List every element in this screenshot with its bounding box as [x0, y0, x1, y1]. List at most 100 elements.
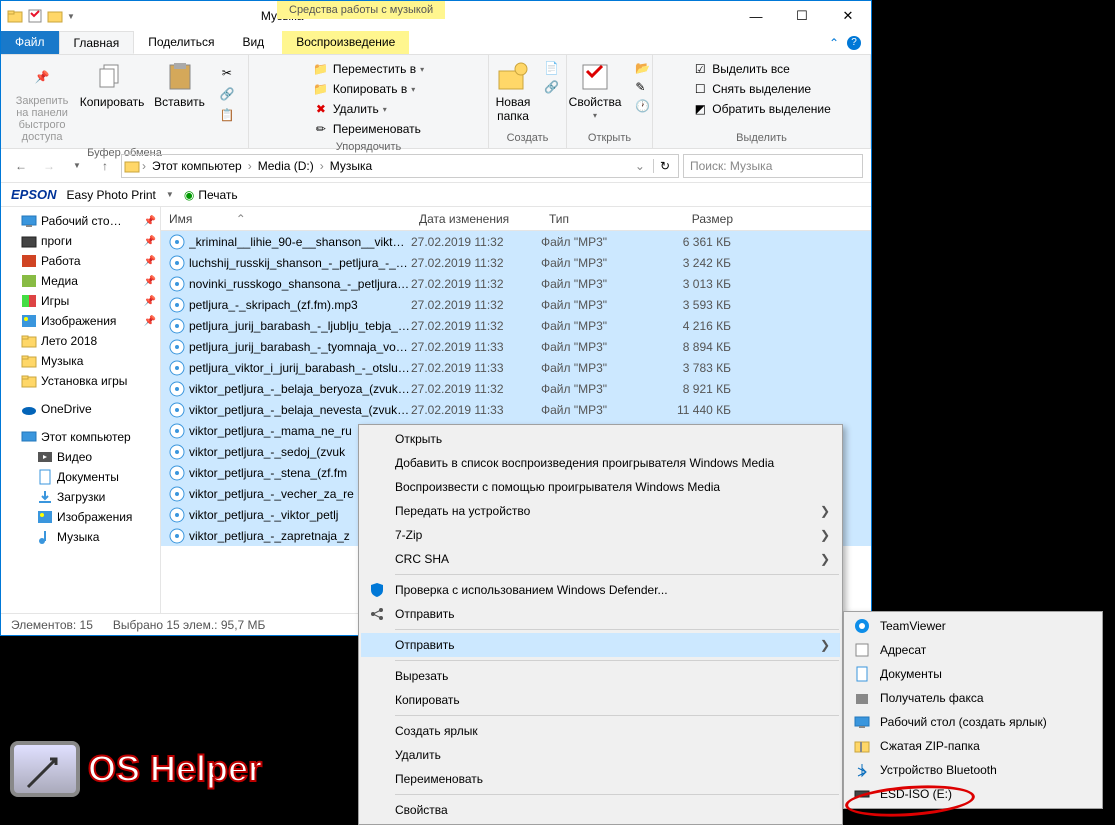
ribbon-collapse-icon[interactable]: ⌃	[829, 36, 839, 50]
new-item-button[interactable]: 📄	[540, 59, 563, 77]
menu-item[interactable]: Воспроизвести с помощью проигрывателя Wi…	[361, 475, 840, 499]
sendto-item[interactable]: Устройство Bluetooth	[846, 758, 1100, 782]
rename-button[interactable]: ✏Переименовать	[309, 119, 425, 139]
easy-access-button[interactable]: 🔗	[540, 78, 563, 96]
sendto-item[interactable]: Документы	[846, 662, 1100, 686]
menu-item[interactable]: Добавить в список воспроизведения проигр…	[361, 451, 840, 475]
tab-playback[interactable]: Воспроизведение	[282, 31, 409, 54]
tree-item[interactable]: OneDrive	[1, 399, 160, 419]
tree-item[interactable]: Медиа📌	[1, 271, 160, 291]
help-icon[interactable]: ?	[847, 36, 861, 50]
paste-shortcut-button[interactable]: 📋	[215, 105, 239, 125]
delete-button[interactable]: ✖Удалить ▾	[309, 99, 391, 119]
new-folder-button[interactable]: Новая папка	[492, 59, 535, 125]
forward-button[interactable]: →	[37, 154, 61, 178]
tree-item[interactable]: Этот компьютер	[1, 427, 160, 447]
minimize-button[interactable]: —	[733, 1, 779, 31]
submenu-arrow-icon: ❯	[820, 638, 830, 652]
tree-item[interactable]: проги📌	[1, 231, 160, 251]
paste-button[interactable]: Вставить	[150, 59, 209, 111]
maximize-button[interactable]: ☐	[779, 1, 825, 31]
qat-newfolder[interactable]	[47, 8, 63, 24]
copy-path-button[interactable]: 🔗	[215, 84, 239, 104]
back-button[interactable]: ←	[9, 154, 33, 178]
menu-item[interactable]: Передать на устройство❯	[361, 499, 840, 523]
tree-item[interactable]: Видео	[1, 447, 160, 467]
col-name[interactable]: Имя ⌃	[161, 208, 411, 230]
print-button[interactable]: ◉Печать	[184, 188, 238, 202]
menu-item[interactable]: Переименовать	[361, 767, 840, 791]
menu-item[interactable]: Копировать	[361, 688, 840, 712]
breadcrumb-pc[interactable]: Этот компьютер	[148, 157, 246, 175]
address-bar[interactable]: › Этот компьютер› Media (D:)› Музыка ⌄ ↻	[121, 154, 679, 178]
menu-item[interactable]: Создать ярлык	[361, 719, 840, 743]
select-none-button[interactable]: ☐Снять выделение	[688, 79, 815, 99]
menu-item[interactable]: Отправить❯	[361, 633, 840, 657]
sendto-item[interactable]: Рабочий стол (создать ярлык)	[846, 710, 1100, 734]
tree-item[interactable]: Рабочий сто…📌	[1, 211, 160, 231]
selectall-icon: ☑	[692, 61, 708, 77]
menu-item[interactable]: Отправить	[361, 602, 840, 626]
move-to-button[interactable]: 📁Переместить в ▾	[309, 59, 428, 79]
navigation-tree[interactable]: Рабочий сто…📌проги📌Работа📌Медиа📌Игры📌Изо…	[1, 207, 161, 613]
file-row[interactable]: viktor_petljura_-_belaja_beryoza_(zvukof…	[161, 378, 871, 399]
menu-item[interactable]: Открыть	[361, 427, 840, 451]
file-row[interactable]: petljura_jurij_barabash_-_tyomnaja_voda……	[161, 336, 871, 357]
file-row[interactable]: viktor_petljura_-_belaja_nevesta_(zvukof…	[161, 399, 871, 420]
copy-to-button[interactable]: 📁Копировать в ▾	[309, 79, 419, 99]
sendto-item[interactable]: Получатель факса	[846, 686, 1100, 710]
col-type[interactable]: Тип	[541, 208, 651, 230]
file-row[interactable]: petljura_jurij_barabash_-_ljublju_tebja_…	[161, 315, 871, 336]
tree-item[interactable]: Работа📌	[1, 251, 160, 271]
open-button[interactable]: 📂	[631, 59, 654, 77]
col-date[interactable]: Дата изменения	[411, 208, 541, 230]
menu-item[interactable]: Удалить	[361, 743, 840, 767]
tree-item[interactable]: Установка игры	[1, 371, 160, 391]
tree-item[interactable]: Изображения	[1, 507, 160, 527]
tree-item[interactable]: Загрузки	[1, 487, 160, 507]
properties-button[interactable]: Свойства▾	[565, 59, 626, 122]
qat-properties[interactable]	[27, 8, 43, 24]
close-button[interactable]: ✕	[825, 1, 871, 31]
menu-item[interactable]: 7-Zip❯	[361, 523, 840, 547]
copy-button[interactable]: Копировать	[80, 59, 144, 111]
tree-item[interactable]: Изображения📌	[1, 311, 160, 331]
tab-home[interactable]: Главная	[59, 31, 135, 54]
tab-share[interactable]: Поделиться	[134, 31, 228, 54]
tree-item[interactable]: Музыка	[1, 351, 160, 371]
sendto-item[interactable]: Адресат	[846, 638, 1100, 662]
search-box[interactable]: Поиск: Музыка	[683, 154, 863, 178]
breadcrumb-music[interactable]: Музыка	[326, 157, 376, 175]
tree-item[interactable]: Документы	[1, 467, 160, 487]
pin-to-quick-access[interactable]: 📌Закрепить на панели быстрого доступа	[10, 59, 74, 145]
sendto-item[interactable]: Сжатая ZIP-папка	[846, 734, 1100, 758]
tree-item[interactable]: Музыка	[1, 527, 160, 547]
file-row[interactable]: petljura_-_skripach_(zf.fm).mp327.02.201…	[161, 294, 871, 315]
tree-item[interactable]: Игры📌	[1, 291, 160, 311]
refresh-button[interactable]: ↻	[653, 159, 676, 173]
file-row[interactable]: petljura_viktor_i_jurij_barabash_-_otslu…	[161, 357, 871, 378]
tree-item[interactable]: Лето 2018	[1, 331, 160, 351]
menu-item[interactable]: CRC SHA❯	[361, 547, 840, 571]
file-row[interactable]: _kriminal__lihie_90-e__shanson__viktor_p…	[161, 231, 871, 252]
up-button[interactable]: ↑	[93, 154, 117, 178]
sendto-item[interactable]: TeamViewer	[846, 614, 1100, 638]
file-row[interactable]: novinki_russkogo_shansona_-_petljura_ju……	[161, 273, 871, 294]
select-all-button[interactable]: ☑Выделить все	[688, 59, 794, 79]
menu-item[interactable]: Свойства	[361, 798, 840, 822]
breadcrumb-media[interactable]: Media (D:)	[254, 157, 318, 175]
tab-view[interactable]: Вид	[228, 31, 278, 54]
invert-selection-button[interactable]: ◩Обратить выделение	[688, 99, 835, 119]
recent-button[interactable]: ▼	[65, 154, 89, 178]
address-dropdown[interactable]: ⌄	[629, 159, 651, 173]
history-button[interactable]: 🕐	[631, 97, 654, 115]
cut-button[interactable]: ✂	[215, 63, 239, 83]
edit-button[interactable]: ✎	[631, 78, 654, 96]
qat-customize[interactable]: ▼	[67, 12, 75, 21]
mp3-icon	[169, 507, 185, 523]
tab-file[interactable]: Файл	[1, 31, 59, 54]
col-size[interactable]: Размер	[651, 208, 741, 230]
menu-item[interactable]: Проверка с использованием Windows Defend…	[361, 578, 840, 602]
menu-item[interactable]: Вырезать	[361, 664, 840, 688]
file-row[interactable]: luchshij_russkij_shanson_-_petljura_-_pl…	[161, 252, 871, 273]
